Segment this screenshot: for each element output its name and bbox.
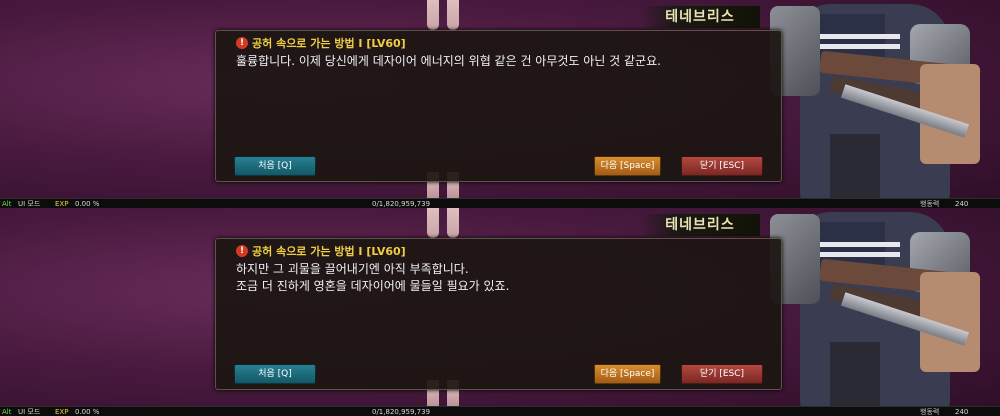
exp-percent: 0.00 % [75,408,100,416]
quest-title-text: 공허 속으로 가는 방법 I [LV60] [252,37,406,50]
exp-percent: 0.00 % [75,200,100,208]
fatigue-label: 행동력 [920,408,940,416]
close-button[interactable]: 닫기 [ESC] [681,364,763,384]
npc-name-tag: 테네브리스 [640,214,760,236]
next-button[interactable]: 다음 [Space] [594,156,661,176]
dialogue-screen-2: 테네브리스 ! 공허 속으로 가는 방법 I [LV60] 하지만 그 괴물을 … [0,208,1000,416]
quest-title-text: 공허 속으로 가는 방법 I [LV60] [252,245,406,258]
close-button[interactable]: 닫기 [ESC] [681,156,763,176]
dialogue-box: ! 공허 속으로 가는 방법 I [LV60] 훌륭합니다. 이제 당신에게 데… [215,30,782,182]
dialogue-line: 훌륭합니다. 이제 당신에게 데자이어 에너지의 위협 같은 건 아무것도 아닌… [236,54,661,68]
fatigue-value: 240 [955,408,969,416]
exclamation-icon: ! [236,37,248,49]
dialogue-line: 하지만 그 괴물을 끌어내기엔 아직 부족합니다. [236,262,469,276]
gold-readout: 0/1,820,959,739 [372,200,431,208]
first-button[interactable]: 처음 [Q] [234,156,316,176]
dialogue-text: 훌륭합니다. 이제 당신에게 데자이어 에너지의 위협 같은 건 아무것도 아닌… [236,53,661,70]
npc-legs [425,208,463,238]
alt-key-label: Alt [2,200,12,208]
quest-title: ! 공허 속으로 가는 방법 I [LV60] [236,243,406,259]
status-bar: Alt UI 모드 EXP 0.00 % 0/1,820,959,739 행동력… [0,198,1000,208]
exp-label: EXP [55,408,69,416]
exclamation-icon: ! [236,245,248,257]
ui-mode-toggle[interactable]: UI 모드 [18,199,40,208]
ui-mode-toggle[interactable]: UI 모드 [18,407,40,416]
npc-name-tag: 테네브리스 [640,6,760,28]
next-button[interactable]: 다음 [Space] [594,364,661,384]
gold-readout: 0/1,820,959,739 [372,408,431,416]
quest-title: ! 공허 속으로 가는 방법 I [LV60] [236,35,406,51]
npc-legs [425,0,463,30]
exp-label: EXP [55,200,69,208]
fatigue-label: 행동력 [920,200,940,208]
dialogue-box: ! 공허 속으로 가는 방법 I [LV60] 하지만 그 괴물을 끌어내기엔 … [215,238,782,390]
npc-portrait [770,208,1000,412]
dialogue-screen-1: 테네브리스 ! 공허 속으로 가는 방법 I [LV60] 훌륭합니다. 이제 … [0,0,1000,208]
dialogue-line: 조금 더 진하게 영혼을 데자이어에 물들일 필요가 있죠. [236,279,510,293]
alt-key-label: Alt [2,408,12,416]
npc-portrait [770,0,1000,204]
first-button[interactable]: 처음 [Q] [234,364,316,384]
status-bar: Alt UI 모드 EXP 0.00 % 0/1,820,959,739 행동력… [0,406,1000,416]
dialogue-text: 하지만 그 괴물을 끌어내기엔 아직 부족합니다. 조금 더 진하게 영혼을 데… [236,261,509,295]
fatigue-value: 240 [955,200,969,208]
